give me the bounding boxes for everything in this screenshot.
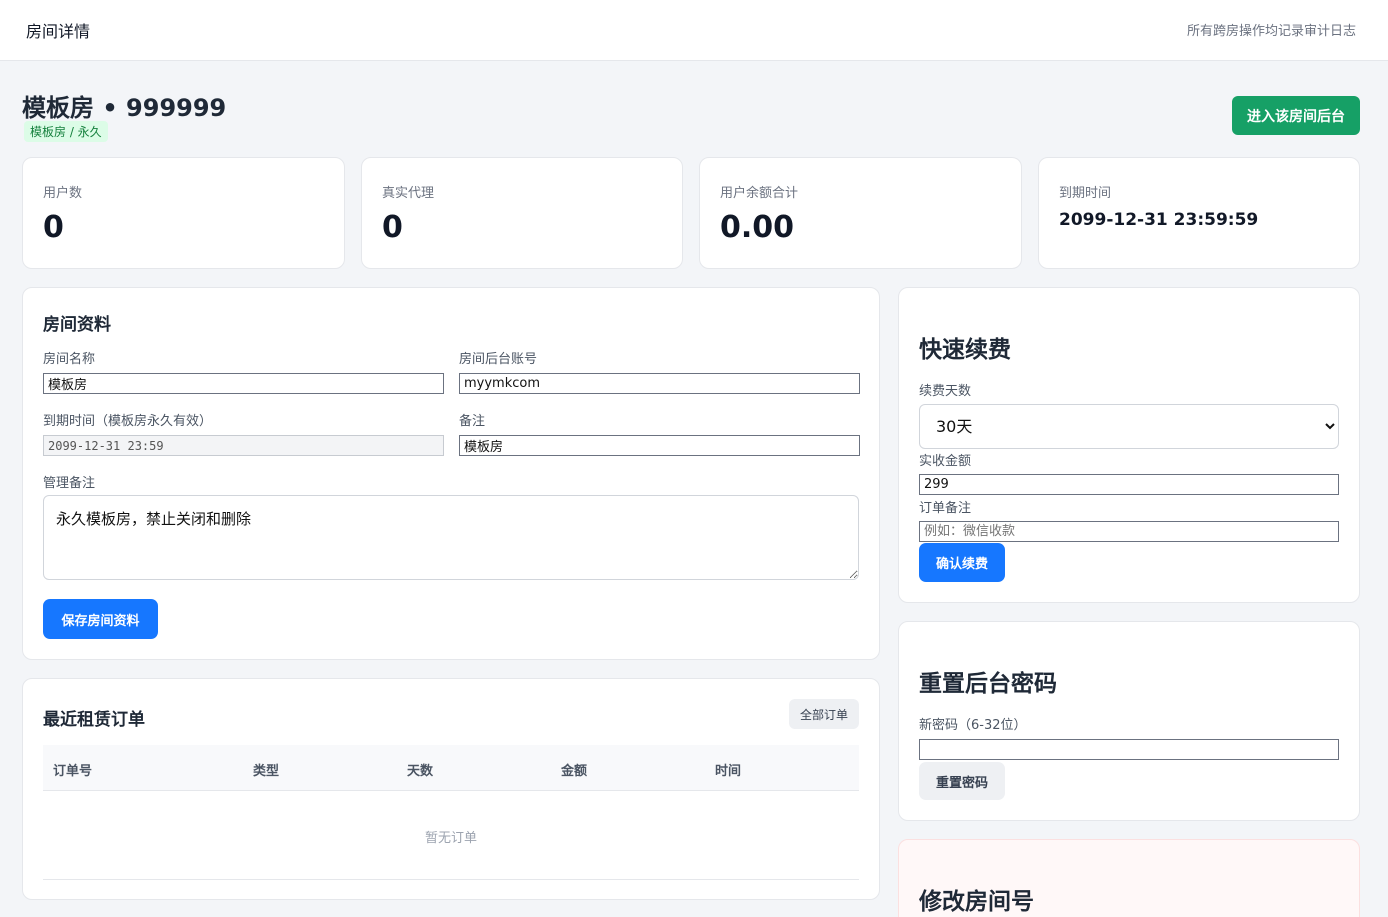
- expire-input: [43, 435, 444, 456]
- room-account-label: 房间后台账号: [459, 352, 538, 367]
- room-profile-card: 房间资料 房间名称 房间后台账号 到期时间（模板房永久有效） 备注 管理备注 永…: [22, 287, 880, 660]
- stat-label: 到期时间: [1059, 186, 1112, 201]
- quick-renew-card: 快速续费 续费天数 30天 实收金额 订单备注 确认续费: [898, 287, 1360, 603]
- change-room-number-card: 修改房间号: [898, 839, 1360, 917]
- admin-note-label: 管理备注: [43, 476, 96, 491]
- stat-label: 真实代理: [382, 186, 435, 201]
- section-title: 快速续费: [919, 337, 1011, 363]
- new-password-input[interactable]: [919, 739, 1339, 760]
- renew-note-label: 订单备注: [919, 501, 972, 516]
- stat-label: 用户数: [43, 186, 83, 201]
- renew-note-input[interactable]: [919, 521, 1339, 542]
- section-title: 最近租赁订单: [43, 710, 145, 730]
- column-header: 天数: [407, 764, 434, 779]
- audit-note: 所有跨房操作均记录审计日志: [1186, 24, 1356, 39]
- room-title: 模板房 • 999999: [22, 94, 227, 122]
- room-name-input[interactable]: [43, 373, 444, 394]
- new-password-label: 新密码（6-32位）: [919, 718, 1027, 733]
- renew-days-select[interactable]: 30天: [919, 404, 1339, 449]
- page-title: 房间详情: [26, 22, 91, 41]
- stat-label: 用户余额合计: [720, 186, 799, 201]
- save-profile-button[interactable]: 保存房间资料: [43, 599, 158, 639]
- stat-value: 0: [382, 210, 403, 245]
- admin-note-textarea[interactable]: 永久模板房，禁止关闭和删除: [43, 495, 859, 580]
- enter-room-admin-button[interactable]: 进入该房间后台: [1232, 96, 1360, 135]
- stat-value: 0.00: [720, 210, 795, 245]
- empty-orders-text: 暂无订单: [424, 831, 477, 846]
- reset-password-button[interactable]: 重置密码: [919, 762, 1005, 800]
- section-title: 修改房间号: [919, 889, 1034, 915]
- room-tag: 模板房 / 永久: [24, 121, 108, 142]
- stat-value: 2099-12-31 23:59:59: [1059, 210, 1259, 230]
- orders-table-header: 订单号 类型 天数 金额 时间: [43, 745, 859, 791]
- stat-card-expire: 到期时间 2099-12-31 23:59:59: [1038, 157, 1360, 269]
- room-name-label: 房间名称: [43, 352, 96, 367]
- remark-input[interactable]: [459, 435, 860, 456]
- stat-card-balance: 用户余额合计 0.00: [699, 157, 1022, 269]
- column-header: 类型: [253, 764, 280, 779]
- reset-password-card: 重置后台密码 新密码（6-32位） 重置密码: [898, 621, 1360, 821]
- section-title: 房间资料: [43, 315, 111, 335]
- stat-value: 0: [43, 210, 64, 245]
- section-title: 重置后台密码: [919, 671, 1057, 697]
- table-divider: [43, 879, 859, 880]
- column-header: 金额: [561, 764, 588, 779]
- stat-card-users: 用户数 0: [22, 157, 345, 269]
- renew-amount-label: 实收金额: [919, 454, 972, 469]
- all-orders-button[interactable]: 全部订单: [789, 699, 859, 729]
- stat-card-agents: 真实代理 0: [361, 157, 683, 269]
- recent-orders-card: 最近租赁订单 全部订单 订单号 类型 天数 金额 时间 暂无订单: [22, 678, 880, 900]
- remark-label: 备注: [459, 414, 486, 429]
- column-header: 时间: [715, 764, 742, 779]
- room-account-input[interactable]: [459, 373, 860, 394]
- top-bar: 房间详情 所有跨房操作均记录审计日志: [0, 0, 1388, 61]
- column-header: 订单号: [53, 764, 93, 779]
- expire-label: 到期时间（模板房永久有效）: [43, 414, 213, 429]
- confirm-renew-button[interactable]: 确认续费: [919, 543, 1005, 582]
- renew-days-label: 续费天数: [919, 384, 972, 399]
- renew-amount-input[interactable]: [919, 474, 1339, 495]
